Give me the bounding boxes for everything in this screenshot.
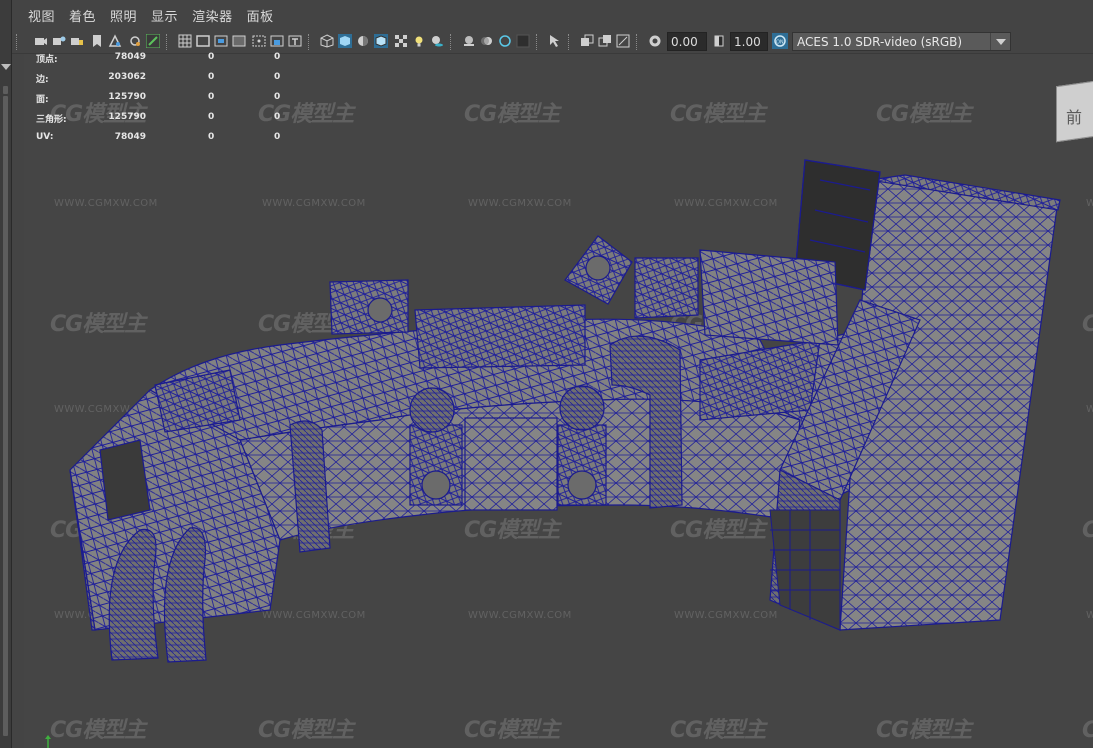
hud-value: 0 (274, 72, 281, 82)
hud-value: 0 (208, 72, 215, 82)
hud-value: 0 (274, 112, 281, 122)
hud-value: 0 (208, 52, 215, 62)
tower-base (769, 509, 841, 631)
hud-value: 125790 (108, 112, 146, 122)
hud-value: 78049 (114, 132, 146, 142)
hud-value: 125790 (108, 92, 146, 102)
hud-value: 0 (208, 112, 215, 122)
maya-viewport-window: 视图 着色 照明 显示 渲染器 面板 0.00 1.00 ON ACES 1.0… (0, 0, 1093, 748)
view-cube[interactable]: 前 (1056, 77, 1093, 143)
hud-row-faces: 面: 125790 0 0 (36, 92, 296, 112)
hud-row-uvs: UV: 78049 0 0 (36, 132, 296, 152)
hud-label: UV: (36, 132, 54, 142)
hud-label: 三角形: (36, 115, 67, 125)
hud-value: 0 (274, 52, 281, 62)
hud-value: 0 (208, 132, 215, 142)
poly-count-hud: 顶点: 78049 0 0 边: 203062 0 0 面: 125790 0 … (36, 52, 296, 152)
hud-row-vertices: 顶点: 78049 0 0 (36, 52, 296, 72)
hud-value: 0 (208, 92, 215, 102)
axis-indicator-icon (45, 735, 51, 748)
hud-value: 0 (274, 132, 281, 142)
hud-row-edges: 边: 203062 0 0 (36, 72, 296, 92)
hud-value: 78049 (114, 52, 146, 62)
hud-label: 顶点: (36, 55, 58, 65)
hud-label: 面: (36, 95, 49, 105)
hud-row-triangles: 三角形: 125790 0 0 (36, 112, 296, 132)
view-cube-label: 前 (1066, 108, 1083, 127)
hud-label: 边: (36, 75, 49, 85)
hud-value: 203062 (108, 72, 146, 82)
hud-value: 0 (274, 92, 281, 102)
